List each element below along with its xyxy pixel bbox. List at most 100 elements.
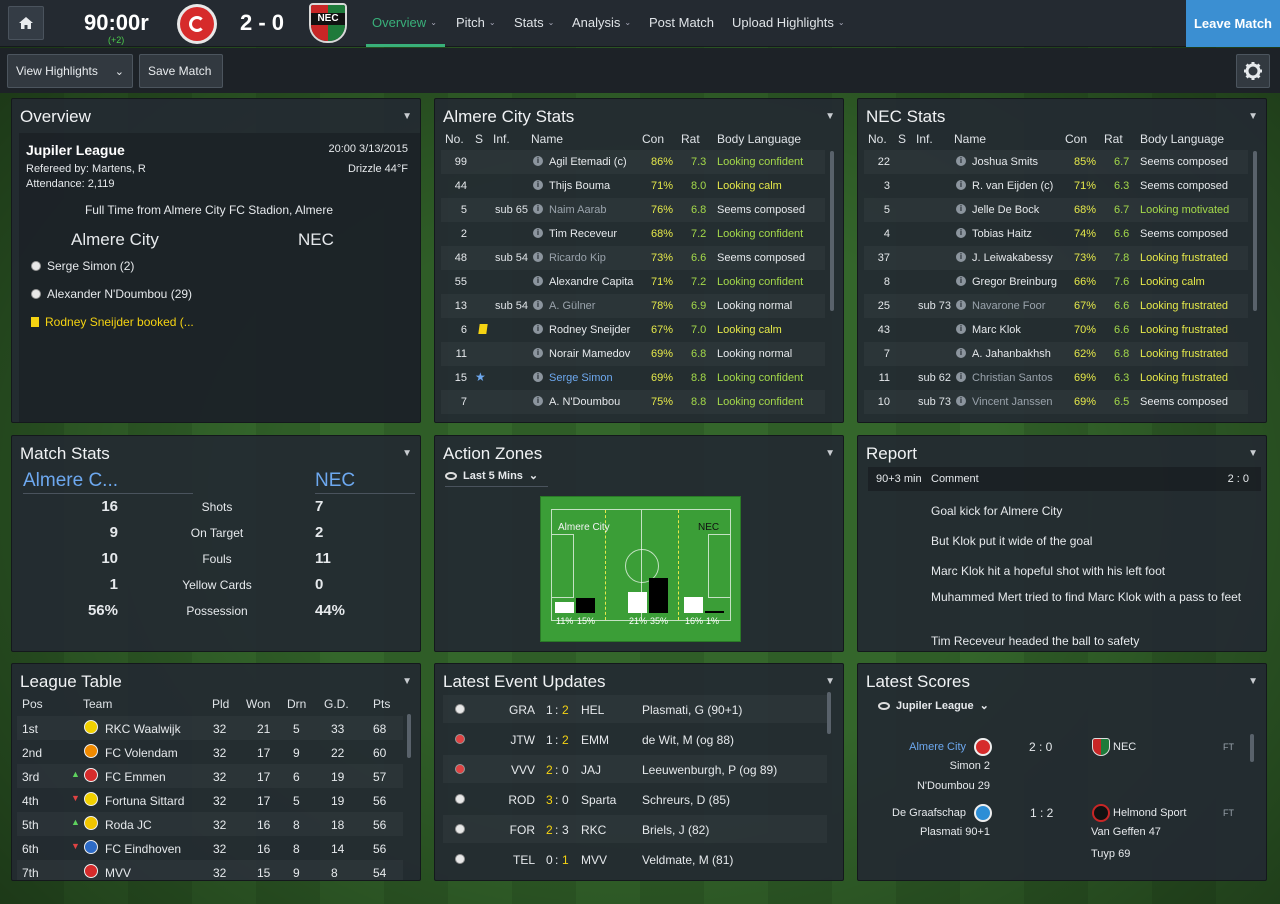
player-row[interactable]: 10 sub 73 i Vincent Janssen 69% 6.5 Seems comp… [864,390,1248,414]
table-row[interactable]: 5th ▲ Roda JC 32 16 8 18 56 [17,812,403,836]
chevron-down-icon[interactable]: ▼ [1248,676,1258,687]
event-row[interactable]: VVV 2:0 JAJ Leeuwenburgh, P (og 89) [443,755,827,783]
chevron-down-icon[interactable]: ▼ [1248,111,1258,122]
player-row[interactable]: 15 ★ i Serge Simon 69% 8.8 Looking confident [441,366,825,390]
col-header[interactable]: Won [246,697,270,711]
player-row[interactable]: 43 i Marc Klok 70% 6.6 Looking frustrated [864,318,1248,342]
zone-bar-away[interactable] [705,611,724,613]
player-row[interactable]: 13 sub 54 i A. Gülner 78% 6.9 Looking normal [441,294,825,318]
info-icon[interactable]: i [956,204,966,214]
col-header[interactable]: Body Language [1140,132,1224,146]
nav-analysis[interactable]: Analysis ⌄ [572,15,631,30]
de-graafschap-crest[interactable] [974,804,992,822]
scrollbar[interactable] [407,714,411,758]
chevron-down-icon[interactable]: ▼ [825,676,835,687]
player-row[interactable]: 37 i J. Leiwakabessy 73% 7.8 Looking frustrat… [864,246,1248,270]
home-button[interactable] [8,6,44,40]
info-icon[interactable]: i [956,228,966,238]
event-row[interactable]: TEL 0:1 MVV Veldmate, M (81) [443,845,827,873]
nec-crest[interactable]: NEC [309,3,347,43]
col-header[interactable]: Name [954,132,986,146]
score-home-team[interactable]: Almere City [909,741,966,753]
player-row[interactable]: 2 i Tim Receveur 68% 7.2 Looking confident [441,222,825,246]
col-header[interactable]: Rat [681,132,700,146]
score-away-team[interactable]: NEC [1113,741,1136,753]
player-row[interactable]: 99 i Agil Etemadi (c) 86% 7.3 Looking confide… [441,150,825,174]
home-team-name[interactable]: Almere City [71,230,159,250]
info-icon[interactable]: i [956,300,966,310]
info-icon[interactable]: i [533,180,543,190]
table-row[interactable]: 3rd ▲ FC Emmen 32 17 6 19 57 [17,764,403,788]
nec-crest[interactable] [1092,738,1110,756]
event-row[interactable]: ROD 3:0 Sparta Schreurs, D (85) [443,785,827,813]
info-icon[interactable]: i [956,324,966,334]
away-team-label[interactable]: NEC [315,470,355,492]
nav-pitch[interactable]: Pitch ⌄ [456,15,496,30]
event-row[interactable]: JTW 1:2 EMM de Wit, M (og 88) [443,725,827,753]
col-header[interactable]: No. [868,132,887,146]
col-header[interactable]: S [475,132,483,146]
col-header[interactable]: Rat [1104,132,1123,146]
league-filter-dropdown[interactable]: Jupiler League ⌄ [878,699,989,712]
table-row[interactable]: 2nd FC Volendam 32 17 9 22 60 [17,740,403,764]
col-header[interactable]: Con [642,132,664,146]
player-row[interactable]: 7 i A. N'Doumbou 75% 8.8 Looking confident [441,390,825,414]
goal-event[interactable]: Alexander N'Doumbou (29) [31,287,192,301]
league-name[interactable]: Jupiler League [26,142,125,158]
nav-stats[interactable]: Stats ⌄ [514,15,554,30]
info-icon[interactable]: i [956,348,966,358]
settings-button[interactable] [1236,54,1270,88]
zone-bar-away[interactable] [649,578,668,613]
player-row[interactable]: 5 sub 65 i Naim Aarab 76% 6.8 Seems composed [441,198,825,222]
chevron-down-icon[interactable]: ▼ [825,448,835,459]
col-header[interactable]: Body Language [717,132,801,146]
event-row[interactable]: FOR 2:3 RKC Briels, J (82) [443,815,827,843]
info-icon[interactable]: i [533,348,543,358]
nav-upload-highlights[interactable]: Upload Highlights ⌄ [732,15,845,30]
info-icon[interactable]: i [956,156,966,166]
zone-bar-home[interactable] [628,592,647,613]
zone-bar-away[interactable] [576,598,595,613]
table-row[interactable]: 4th ▼ Fortuna Sittard 32 17 5 19 56 [17,788,403,812]
player-row[interactable]: 48 sub 54 i Ricardo Kip 73% 6.6 Seems composed [441,246,825,270]
booking-event[interactable]: Rodney Sneijder booked (... [31,315,194,329]
chevron-down-icon[interactable]: ▼ [402,676,412,687]
almere-city-crest[interactable] [177,4,217,44]
nav-post-match[interactable]: Post Match [649,15,714,30]
info-icon[interactable]: i [956,180,966,190]
col-header[interactable]: No. [445,132,464,146]
info-icon[interactable]: i [533,324,543,334]
info-icon[interactable]: i [533,204,543,214]
player-row[interactable]: 6 i Rodney Sneijder 67% 7.0 Looking calm [441,318,825,342]
scrollbar[interactable] [830,151,834,311]
leave-match-button[interactable]: Leave Match [1186,0,1280,47]
chevron-down-icon[interactable]: ▼ [402,448,412,459]
info-icon[interactable]: i [956,276,966,286]
chevron-down-icon[interactable]: ▼ [1248,448,1258,459]
info-icon[interactable]: i [533,276,543,286]
player-row[interactable]: 44 i Thijs Bouma 71% 8.0 Looking calm [441,174,825,198]
col-header[interactable]: G.D. [324,697,349,711]
player-row[interactable]: 11 sub 62 i Christian Santos 69% 6.3 Looking f… [864,366,1248,390]
col-header[interactable]: Name [531,132,563,146]
score-away-team[interactable]: Helmond Sport [1113,807,1186,819]
table-row[interactable]: 6th ▼ FC Eindhoven 32 16 8 14 56 [17,836,403,860]
table-row[interactable]: 7th MVV 32 15 9 8 54 [17,860,403,880]
almere-city-crest[interactable] [974,738,992,756]
player-row[interactable]: 4 i Tobias Haitz 74% 6.6 Seems composed [864,222,1248,246]
away-team-name[interactable]: NEC [298,230,334,250]
goal-event[interactable]: Serge Simon (2) [31,259,134,273]
scrollbar[interactable] [1250,734,1254,762]
player-row[interactable]: 8 i Gregor Breinburg 66% 7.6 Looking calm [864,270,1248,294]
col-header[interactable]: Con [1065,132,1087,146]
col-header[interactable]: Pts [373,697,390,711]
col-header[interactable]: Team [83,697,112,711]
col-header[interactable]: Drn [287,697,306,711]
info-icon[interactable]: i [956,252,966,262]
info-icon[interactable]: i [956,372,966,382]
nav-overview[interactable]: Overview ⌄ [372,15,437,30]
scrollbar[interactable] [1253,151,1257,311]
info-icon[interactable]: i [533,396,543,406]
player-row[interactable]: 7 i A. Jahanbakhsh 62% 6.8 Looking frustrated [864,342,1248,366]
view-highlights-dropdown[interactable]: View Highlights ⌄ [7,54,133,88]
